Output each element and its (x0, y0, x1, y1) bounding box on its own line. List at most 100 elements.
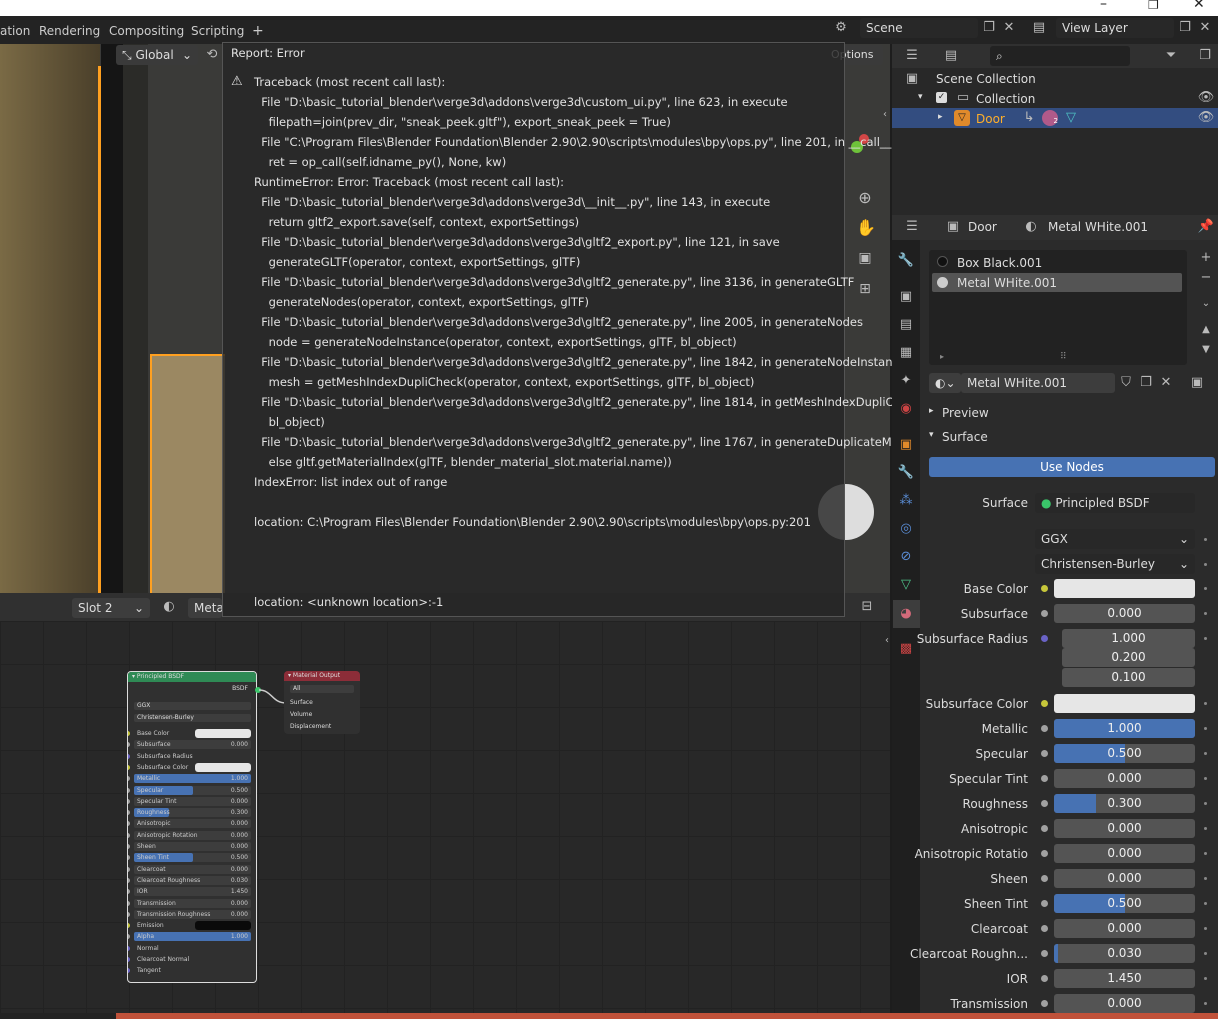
node-input-socket[interactable] (128, 764, 130, 770)
socket-dot-icon[interactable] (1041, 850, 1048, 857)
socket-dot-icon[interactable] (1041, 1000, 1048, 1007)
value-slider[interactable]: 0.030 (1054, 944, 1195, 963)
socket-dot-icon[interactable] (1041, 750, 1048, 757)
node-input-socket[interactable] (128, 821, 130, 827)
node-input-row[interactable]: Transmission Roughness 0.000 (134, 909, 251, 919)
node-input-socket[interactable] (128, 776, 130, 782)
view-layer-tab-icon[interactable]: ▦ (897, 344, 915, 362)
pan-hand-icon[interactable]: ✋ (856, 219, 876, 237)
node-input-row[interactable]: IOR 1.450 (134, 887, 251, 897)
keyframe-dot[interactable] (1204, 538, 1207, 541)
perspective-grid-icon[interactable]: ⊞ (856, 280, 874, 298)
value-slider[interactable]: 0.300 (1054, 794, 1195, 813)
node-input-row[interactable]: Tangent (134, 966, 251, 975)
close-icon[interactable]: ✕ (1193, 0, 1205, 12)
keyframe-dot[interactable] (1204, 902, 1207, 905)
expand-arrow-icon[interactable]: ▾ (929, 430, 934, 440)
node-input-row[interactable]: Clearcoat Normal (134, 955, 251, 964)
material-browse-button[interactable]: ◐⌄ (929, 373, 961, 393)
node-color-swatch[interactable] (195, 729, 251, 738)
constraints-tab-icon[interactable]: ⊘ (897, 548, 915, 566)
node-input-socket[interactable] (128, 968, 130, 974)
transform-orientation-dropdown[interactable]: ⤡ Global ⌄ (116, 45, 198, 65)
maximize-icon[interactable]: ❐ (1148, 0, 1159, 12)
node-input-socket[interactable] (128, 787, 130, 793)
node-material-field[interactable]: Metal WHite.001 (188, 598, 222, 618)
tab-rendering[interactable]: Rendering (33, 20, 106, 42)
value-slider[interactable]: 1.000 (1062, 629, 1195, 648)
value-slider[interactable]: 0.000 (1054, 604, 1195, 623)
value-slider[interactable]: 1.450 (1054, 969, 1195, 988)
duplicate-material-icon[interactable]: ❐ (1137, 374, 1155, 392)
socket-dot-icon[interactable] (1041, 950, 1048, 957)
eye-icon[interactable]: 👁 (1197, 109, 1215, 127)
sidebar-toggle-icon[interactable]: ‹ (876, 106, 890, 124)
outliner-search-input[interactable]: ⌕ (990, 46, 1130, 66)
outliner-editor-type-icon[interactable]: ☰ (903, 47, 921, 65)
object-tab-icon[interactable]: ▣ (897, 436, 915, 454)
material-slot-item[interactable]: Box Black.001 (957, 256, 1042, 270)
node-input-row[interactable]: Subsurface Radius (134, 752, 251, 761)
node-input-row[interactable]: Sheen 0.000 (134, 842, 251, 851)
keyframe-dot[interactable] (1204, 612, 1207, 615)
tab-animation[interactable]: ation (0, 20, 36, 42)
node-input-socket[interactable] (128, 798, 130, 804)
socket-dot-icon[interactable] (1041, 975, 1048, 982)
value-slider[interactable]: 0.500 (1054, 744, 1195, 763)
keyframe-dot[interactable] (1204, 563, 1207, 566)
tab-scripting[interactable]: Scripting (185, 20, 250, 42)
value-slider[interactable]: 0.100 (1062, 668, 1195, 687)
keyframe-dot[interactable] (1204, 827, 1207, 830)
node-input-socket[interactable] (128, 832, 130, 838)
node-input-socket[interactable] (128, 934, 130, 940)
collapse-arrow-icon[interactable]: ▸ (929, 406, 934, 416)
value-slider[interactable]: 0.000 (1054, 994, 1195, 1013)
keyframe-dot[interactable] (1204, 727, 1207, 730)
slot-dropdown[interactable]: Slot 2 ⌄ (72, 598, 150, 618)
node-input-socket[interactable] (128, 877, 130, 883)
panel-preview[interactable]: Preview (942, 406, 989, 420)
value-slider[interactable]: 0.000 (1054, 819, 1195, 838)
keyframe-dot[interactable] (1204, 1002, 1207, 1005)
node-input-socket[interactable] (128, 844, 130, 849)
new-scene-icon[interactable]: ❐ (980, 19, 998, 37)
node-input-socket[interactable] (128, 753, 130, 759)
node-input-row[interactable]: Sheen Tint 0.500 (134, 853, 251, 863)
expand-arrow-icon[interactable]: ▾ (918, 92, 923, 102)
node-input-socket[interactable] (128, 957, 130, 962)
node-input-row[interactable]: Subsurface 0.000 (134, 740, 251, 750)
socket-dot-icon[interactable] (1041, 925, 1048, 932)
keyframe-dot[interactable] (1204, 927, 1207, 930)
value-slider[interactable]: 0.000 (1054, 844, 1195, 863)
node-method-dropdown[interactable]: Christensen-Burley (134, 714, 251, 722)
node-color-swatch[interactable] (195, 921, 251, 931)
scene-icon[interactable]: ⚙ (832, 19, 850, 37)
node-input-socket[interactable] (128, 855, 130, 861)
node-input-socket[interactable] (128, 889, 130, 895)
socket-dot-icon[interactable] (1041, 610, 1048, 617)
socket-dot-icon[interactable] (1041, 875, 1048, 882)
value-slider[interactable]: 0.000 (1054, 919, 1195, 938)
slot-menu-icon[interactable]: ⌄ (1197, 295, 1215, 313)
keyframe-dot[interactable] (1204, 977, 1207, 980)
node-input-socket[interactable] (128, 923, 130, 929)
resize-handle[interactable]: ⠿ (1060, 352, 1067, 362)
color-swatch[interactable] (1054, 579, 1195, 598)
material-browse-icon[interactable]: ◐ (160, 598, 178, 616)
keyframe-dot[interactable] (1204, 802, 1207, 805)
outliner-collection[interactable]: Collection (976, 92, 1035, 106)
value-slider[interactable]: 0.200 (1062, 648, 1195, 667)
node-input-row[interactable]: Normal (134, 944, 251, 953)
node-input-socket[interactable] (128, 742, 130, 748)
principled-bsdf-node[interactable]: ▾ Principled BSDF BSDF GGX Christensen-B… (127, 671, 257, 983)
node-input-row[interactable]: Subsurface Color (134, 762, 251, 772)
subsurface-method-dropdown[interactable]: Christensen-Burley ⌄ (1035, 554, 1195, 574)
new-view-layer-icon[interactable]: ❐ (1176, 19, 1194, 37)
physics-tab-icon[interactable]: ◎ (897, 520, 915, 538)
node-input-row[interactable]: Specular Tint 0.000 (134, 796, 251, 806)
tab-compositing[interactable]: Compositing (103, 20, 190, 42)
node-input-socket[interactable] (128, 900, 130, 906)
expand-arrow-icon[interactable]: ▸ (938, 112, 943, 122)
display-mode-icon[interactable]: ▤ (942, 47, 960, 65)
unlink-material-icon[interactable]: ✕ (1157, 374, 1175, 392)
